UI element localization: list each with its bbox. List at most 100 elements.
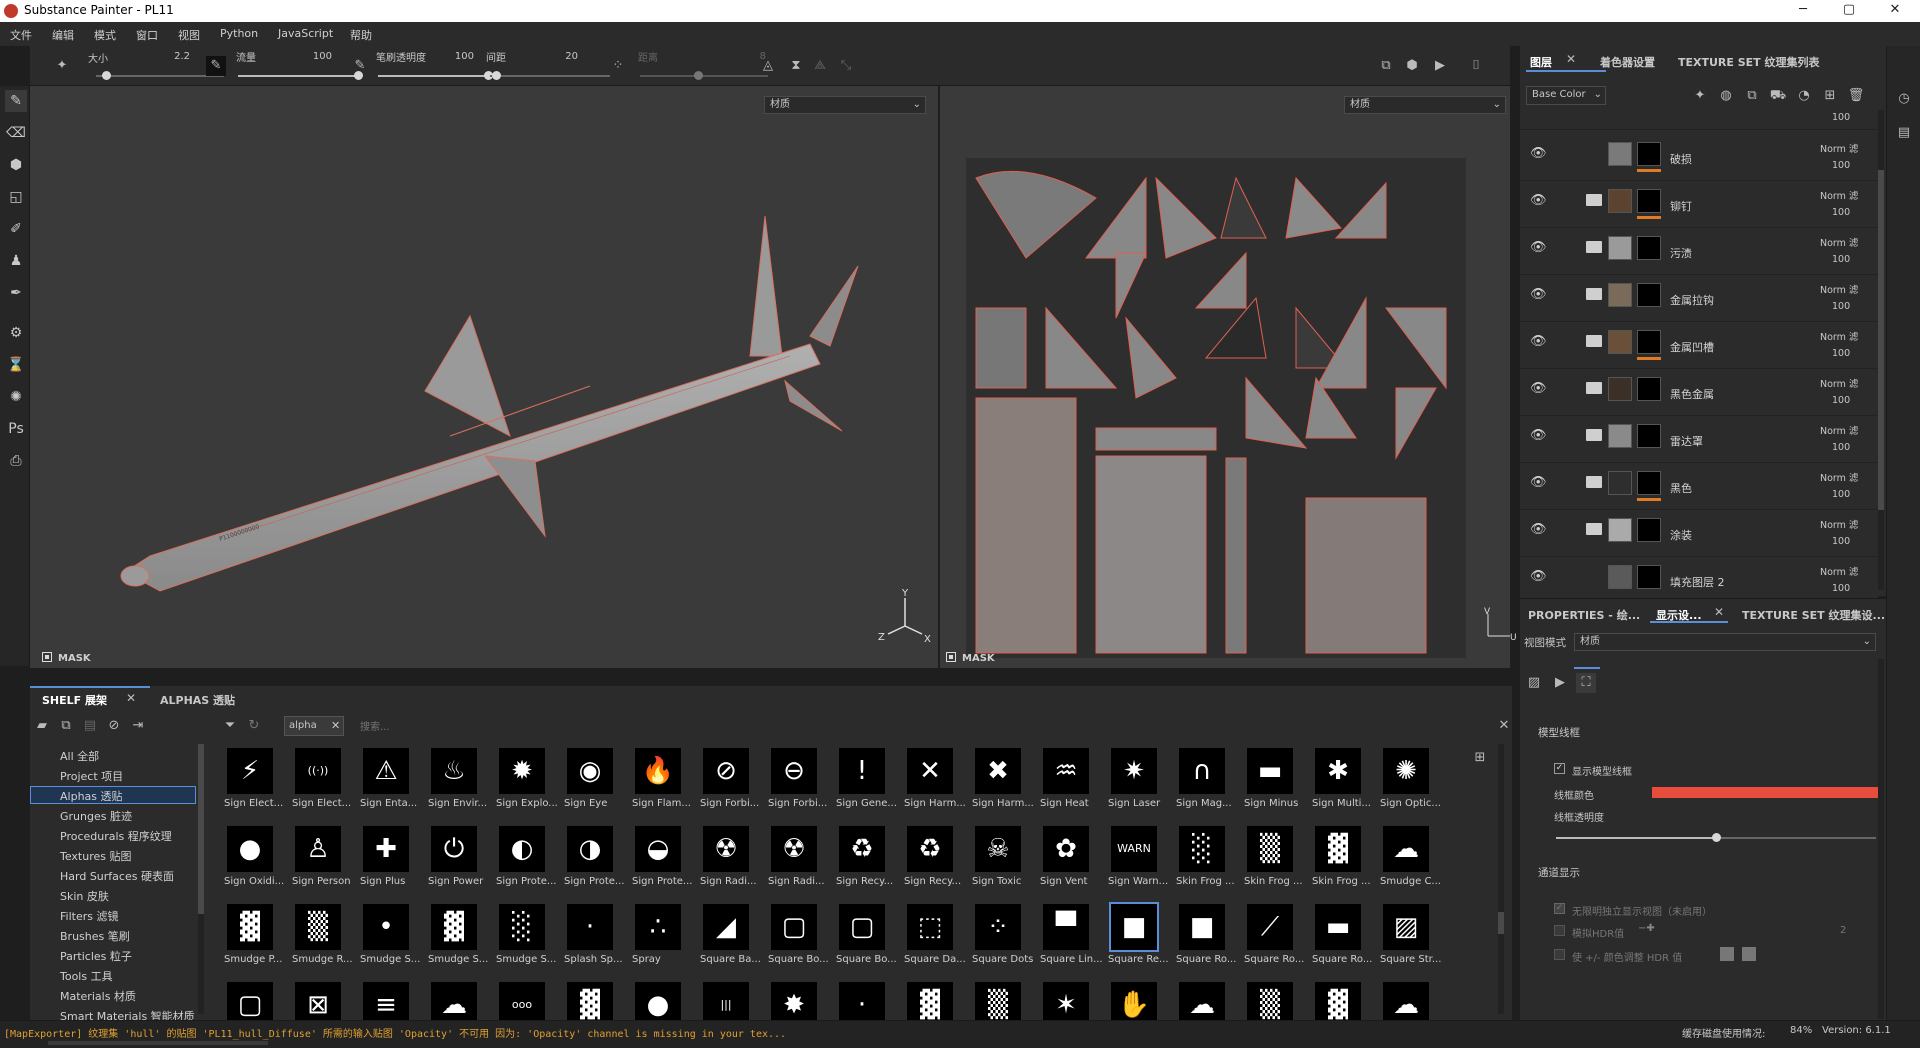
layer-blend-mode[interactable]: Norm 滤 <box>1820 188 1858 202</box>
clear-search-icon[interactable]: ✕ <box>1494 716 1514 736</box>
paint-brush-icon[interactable]: ✎ <box>5 90 27 112</box>
layer-mask-thumbnail[interactable] <box>1637 189 1661 213</box>
alpha-thumbnail[interactable]: ▢ Square Bo... <box>768 904 829 980</box>
alpha-thumbnail[interactable]: ░ Smudge S... <box>496 904 556 980</box>
layer-blend-mode[interactable]: Norm 滤 <box>1820 517 1858 531</box>
layer-name[interactable]: 金属拉钩 <box>1670 292 1714 308</box>
layer-row-partial[interactable]: 100 <box>1520 110 1878 130</box>
shelf-category-item[interactable]: Particles 粒子 <box>60 948 132 964</box>
category-scrollbar-thumb[interactable] <box>198 744 204 914</box>
layer-mask-thumbnail[interactable] <box>1637 330 1661 354</box>
alpha-grid-scrollbar-thumb[interactable] <box>1498 912 1504 934</box>
layers-scrollbar-thumb[interactable] <box>1878 170 1884 510</box>
viewport-2d[interactable]: 材质 ⌄ V U MASK <box>940 86 1517 668</box>
log-icon[interactable]: ▤ <box>1895 124 1913 142</box>
shelf-category-item[interactable]: Materials 材质 <box>60 988 136 1004</box>
spacing-slider[interactable] <box>490 75 610 77</box>
shelf-category-item[interactable]: Grunges 脏迹 <box>60 808 132 824</box>
eye-icon[interactable]: 👁 <box>1530 569 1547 585</box>
flow-icon[interactable]: ✎ <box>206 56 226 76</box>
alpha-thumbnail[interactable]: ◢ Square Ba... <box>700 904 761 980</box>
layer-name[interactable]: 污渍 <box>1670 245 1692 261</box>
alpha-thumbnail[interactable]: ✱ Sign Multi... <box>1312 748 1371 824</box>
settings-icon[interactable]: ⚙ <box>5 322 27 344</box>
display-icon[interactable]: ⛶ <box>1576 673 1596 693</box>
eye-icon[interactable]: 👁 <box>1530 287 1547 303</box>
alpha-thumbnail[interactable]: ■ Square Re... <box>1108 902 1169 980</box>
maximize-button[interactable]: ▢ <box>1826 0 1872 22</box>
close-icon[interactable]: ✕ <box>126 691 136 705</box>
layer-opacity[interactable]: 100 <box>1832 112 1850 123</box>
alpha-thumbnail[interactable]: ✷ Sign Laser <box>1108 748 1160 824</box>
layer-blend-mode[interactable]: Norm 滤 <box>1820 235 1858 249</box>
shelf-category-item[interactable]: All 全部 <box>60 748 99 764</box>
status-scrollbar[interactable] <box>48 1041 268 1045</box>
layer-mask-thumbnail[interactable] <box>1637 236 1661 260</box>
properties-scrollbar[interactable] <box>1878 659 1884 1019</box>
alpha-thumbnail[interactable]: ▬ Square Ro... <box>1312 904 1372 980</box>
alpha-thumbnail[interactable]: ▓ Smudge P... <box>224 904 282 980</box>
alpha-thumbnail[interactable]: ✚ Sign Plus <box>360 826 412 902</box>
layers-scrollbar[interactable] <box>1878 110 1884 590</box>
alpha-thumbnail[interactable]: ∩ Sign Mag... <box>1176 748 1232 824</box>
view-mode-select[interactable]: 材质 ⌄ <box>1574 633 1876 651</box>
layer-name[interactable]: 金属凹槽 <box>1670 339 1714 355</box>
size-slider-knob[interactable] <box>102 71 112 80</box>
alpha-thumbnail[interactable]: ♻ Sign Recy... <box>836 826 893 902</box>
alpha-thumbnail[interactable]: ☢ Sign Radi... <box>768 826 825 902</box>
layer-mask-thumbnail[interactable] <box>1637 518 1661 542</box>
shelf-category-item[interactable]: Project 项目 <box>60 768 123 784</box>
show-wireframe-checkbox[interactable]: ✓ <box>1554 763 1565 774</box>
alpha-thumbnail[interactable]: ▢ Square Bo... <box>836 904 897 980</box>
tab-alphas[interactable]: ALPHAS 透贴 <box>160 692 235 708</box>
layer-opacity[interactable]: 100 <box>1832 395 1850 406</box>
layer-row[interactable]: 👁 金属凹槽 Norm 滤 100 <box>1520 322 1878 369</box>
alpha-thumbnail[interactable]: ∴ Spray <box>632 904 684 980</box>
alpha-thumbnail[interactable]: ♻ Sign Recy... <box>904 826 961 902</box>
photoshop-icon[interactable]: Ps <box>5 418 27 440</box>
folder-icon[interactable]: ▰ <box>32 716 52 736</box>
add-fill-layer-icon[interactable]: ⧉ <box>1742 86 1762 106</box>
alpha-thumbnail[interactable]: ⟋ Square Ro... <box>1244 904 1304 980</box>
new-shelf-icon[interactable]: ⧉ <box>56 716 76 736</box>
alpha-thumbnail[interactable]: ▨ Square Str... <box>1380 904 1441 980</box>
alpha-grid-scrollbar[interactable] <box>1498 744 1504 1014</box>
viewport-3d[interactable]: 材质 ⌄ P1100000000 Y Z X MASK <box>30 86 938 668</box>
shelf-category-item[interactable]: Procedurals 程序纹理 <box>60 828 172 844</box>
clone-stamp-icon[interactable]: ♟ <box>5 250 27 272</box>
alpha-thumbnail[interactable]: • Smudge S... <box>360 904 420 980</box>
add-effect-icon[interactable]: ✦ <box>1690 86 1710 106</box>
layer-opacity[interactable]: 100 <box>1832 536 1850 547</box>
projection-icon[interactable]: ⬢ <box>5 154 27 176</box>
history-icon[interactable]: ◷ <box>1895 90 1913 108</box>
refresh-icon[interactable]: ↻ <box>244 716 264 736</box>
eye-icon[interactable]: 👁 <box>1530 193 1547 209</box>
alpha-thumbnail[interactable]: ☢ Sign Radi... <box>700 826 757 902</box>
alpha-thumbnail[interactable]: ⬚ Square Da... <box>904 904 966 980</box>
view-cube-icon[interactable]: ⬢ <box>1402 56 1422 76</box>
camera-icon[interactable]: ▶ <box>1550 673 1570 693</box>
flow-value[interactable]: 100 <box>302 51 332 62</box>
alpha-thumbnail[interactable]: ♒ Sign Heat <box>1040 748 1092 824</box>
layer-row[interactable]: 👁 破损 Norm 滤 100 <box>1520 134 1878 181</box>
minimize-button[interactable]: ─ <box>1780 0 1826 22</box>
menu-view[interactable]: 视图 <box>178 27 200 43</box>
layer-mask-thumbnail[interactable] <box>1637 377 1661 401</box>
add-smart-mask-icon[interactable]: ◔ <box>1794 86 1814 106</box>
close-icon[interactable]: ✕ <box>1714 605 1724 619</box>
eye-icon[interactable]: 👁 <box>1530 522 1547 538</box>
shelf-category-item[interactable]: Skin 皮肤 <box>60 888 109 904</box>
menu-edit[interactable]: 编辑 <box>52 27 74 43</box>
layer-name[interactable]: 填充图层 2 <box>1670 574 1725 590</box>
alpha-thumbnail[interactable]: ✹ Sign Explo... <box>496 748 558 824</box>
grid-view-icon[interactable]: ⊞ <box>1470 748 1490 768</box>
alpha-thumbnail[interactable]: ◒ Sign Prote... <box>632 826 692 902</box>
shelf-category-item[interactable]: Tools 工具 <box>60 968 113 984</box>
add-mask-icon[interactable]: ◍ <box>1716 86 1736 106</box>
layer-opacity[interactable]: 100 <box>1832 348 1850 359</box>
alpha-thumbnail[interactable]: ⚠ Sign Enta... <box>360 748 417 824</box>
menu-mode[interactable]: 模式 <box>94 27 116 43</box>
alpha-thumbnail[interactable]: ✕ Sign Harm... <box>904 748 966 824</box>
eye-icon[interactable]: 👁 <box>1530 146 1547 162</box>
filter-tag[interactable]: alpha ✕ <box>284 716 344 736</box>
